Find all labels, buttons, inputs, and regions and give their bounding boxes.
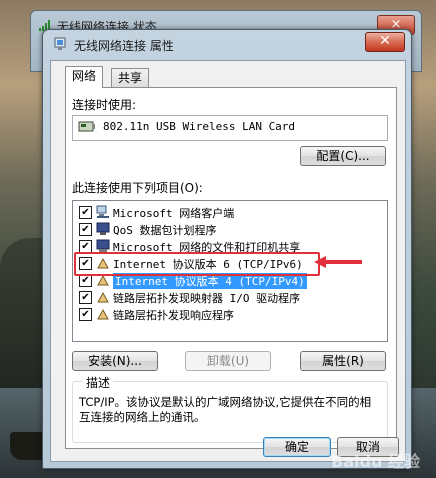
adapter-field: 802.11n USB Wireless LAN Card xyxy=(72,115,388,141)
adapter-name: 802.11n USB Wireless LAN Card xyxy=(103,120,296,133)
item-label: Microsoft 网络客户端 xyxy=(113,207,235,220)
checkbox[interactable]: ✔ xyxy=(79,206,92,219)
list-item[interactable]: ✔ 链路层拓扑发现映射器 I/O 驱动程序 xyxy=(73,289,387,306)
tab-sharing[interactable]: 共享 xyxy=(111,68,150,88)
list-item[interactable]: ✔ 链路层拓扑发现响应程序 xyxy=(73,306,387,323)
title-bar[interactable]: 无线网络连接 属性 ✕ xyxy=(43,30,411,58)
item-label: 链路层拓扑发现响应程序 xyxy=(113,309,234,322)
configure-button[interactable]: 配置(C)... xyxy=(300,146,386,166)
list-item[interactable]: ✔ QoS 数据包计划程序 xyxy=(73,221,387,238)
protocol-icon xyxy=(97,308,109,320)
tab-network[interactable]: 网络 xyxy=(65,66,104,88)
network-client-icon xyxy=(96,205,109,218)
checkbox[interactable]: ✔ xyxy=(79,291,92,304)
annotation-highlight-box xyxy=(74,252,320,276)
description-title: 描述 xyxy=(83,374,114,391)
close-button[interactable]: ✕ xyxy=(365,32,405,52)
ok-button[interactable]: 确定 xyxy=(263,437,331,457)
install-button[interactable]: 安装(N)... xyxy=(72,351,158,371)
window-title: 无线网络连接 属性 xyxy=(74,39,174,53)
connect-using-label: 连接时使用: xyxy=(72,98,137,112)
network-adapter-icon xyxy=(54,37,66,50)
items-label: 此连接使用下列项目(O): xyxy=(72,181,203,195)
description-text: TCP/IP。该协议是默认的广域网络协议,它提供在不同的相互连接的网络上的通讯。 xyxy=(79,395,372,424)
file-share-icon xyxy=(96,239,110,252)
checkbox[interactable]: ✔ xyxy=(79,308,92,321)
uninstall-button[interactable]: 卸载(U) xyxy=(185,351,271,371)
description-group: 描述 TCP/IP。该协议是默认的广域网络协议,它提供在不同的相互连接的网络上的… xyxy=(72,374,388,443)
properties-dialog: 无线网络连接 属性 ✕ 网络 共享 连接时使用: 802.11n USB Wir… xyxy=(42,29,412,469)
network-card-icon xyxy=(78,121,95,132)
properties-button[interactable]: 属性(R) xyxy=(300,351,386,371)
item-label: 链路层拓扑发现映射器 I/O 驱动程序 xyxy=(113,292,301,305)
qos-icon xyxy=(96,222,110,235)
list-item[interactable]: ✔ Microsoft 网络客户端 xyxy=(73,204,387,221)
annotation-arrow-icon xyxy=(314,256,362,268)
protocol-icon xyxy=(97,291,109,303)
watermark: Baidu 经验 xyxy=(331,452,420,471)
item-label: QoS 数据包计划程序 xyxy=(113,224,217,237)
checkbox[interactable]: ✔ xyxy=(79,223,92,236)
